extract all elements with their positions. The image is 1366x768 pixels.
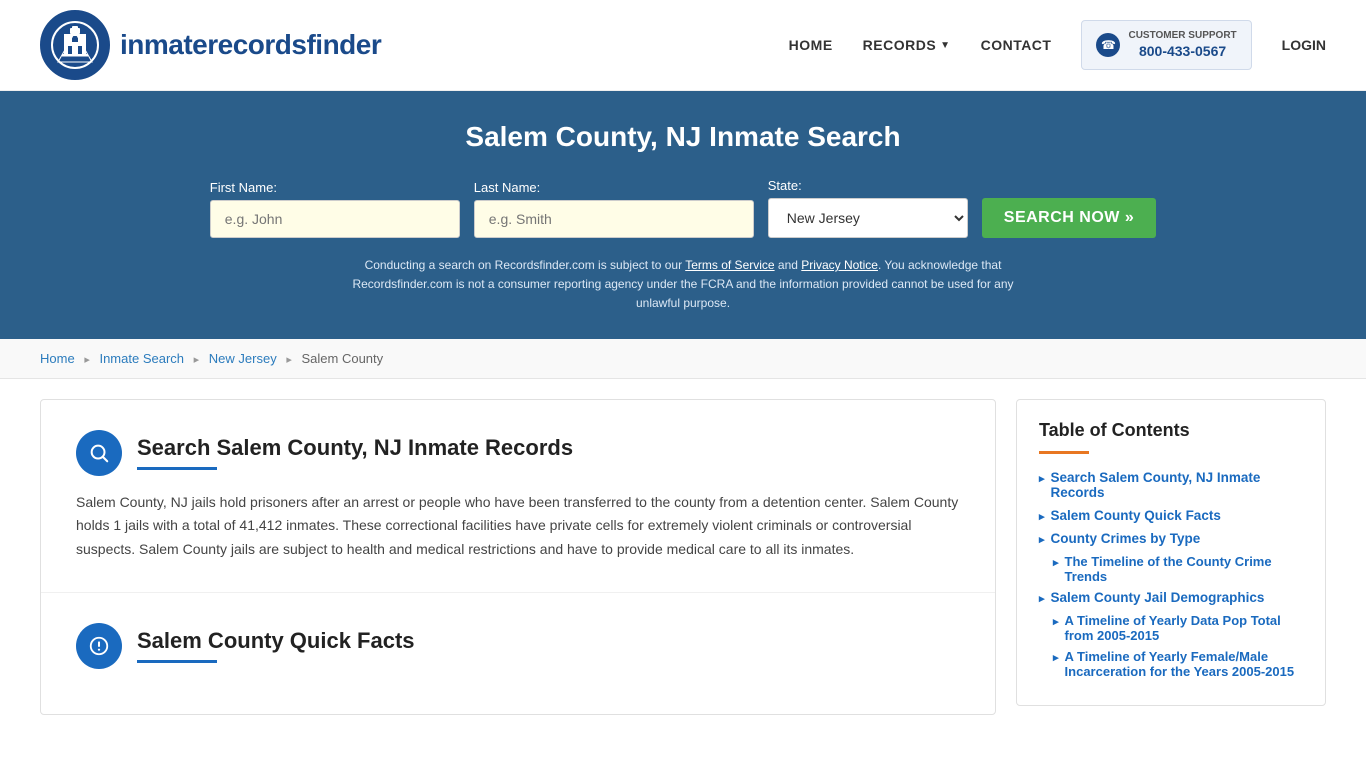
quick-facts-underline: [137, 660, 217, 663]
chevron-right-icon: ▸: [1039, 472, 1045, 485]
toc-item: ▸Salem County Quick Facts: [1039, 508, 1303, 523]
hero-section: Salem County, NJ Inmate Search First Nam…: [0, 91, 1366, 339]
breadcrumb-home[interactable]: Home: [40, 351, 75, 366]
quick-facts-section: Salem County Quick Facts: [41, 593, 995, 714]
last-name-group: Last Name:: [474, 180, 754, 238]
toc-link[interactable]: ▸Salem County Quick Facts: [1039, 508, 1303, 523]
toc-list: ▸Search Salem County, NJ Inmate Records▸…: [1039, 470, 1303, 679]
toc-item: ▸Salem County Jail Demographics: [1039, 590, 1303, 605]
login-button[interactable]: LOGIN: [1282, 37, 1326, 53]
chevron-down-icon: ▼: [940, 40, 950, 51]
site-logo-text: inmaterecordsfinder: [120, 29, 381, 61]
toc-link[interactable]: ▸Salem County Jail Demographics: [1039, 590, 1303, 605]
hero-title: Salem County, NJ Inmate Search: [40, 121, 1326, 153]
nav-home[interactable]: HOME: [789, 37, 833, 53]
toc-box: Table of Contents ▸Search Salem County, …: [1016, 399, 1326, 706]
nav-records[interactable]: RECORDS ▼: [863, 37, 951, 53]
search-section-icon: [76, 430, 122, 476]
quick-facts-title: Salem County Quick Facts: [137, 628, 415, 654]
chevron-right-icon: ▸: [1039, 533, 1045, 546]
chevron-right-icon: ▸: [1039, 592, 1045, 605]
nav-contact[interactable]: CONTACT: [981, 37, 1052, 53]
state-group: State: New JerseyAlabamaAlaskaArizonaArk…: [768, 178, 968, 238]
toc-item: ▸A Timeline of Yearly Female/Male Incarc…: [1039, 649, 1303, 679]
search-section: Search Salem County, NJ Inmate Records S…: [41, 400, 995, 593]
toc-link[interactable]: ▸County Crimes by Type: [1039, 531, 1303, 546]
chevron-right-icon: ▸: [1053, 615, 1059, 628]
search-section-body: Salem County, NJ jails hold prisoners af…: [76, 491, 960, 562]
left-column: Search Salem County, NJ Inmate Records S…: [40, 399, 996, 715]
state-label: State:: [768, 178, 802, 193]
toc-item: ▸A Timeline of Yearly Data Pop Total fro…: [1039, 613, 1303, 643]
right-column: Table of Contents ▸Search Salem County, …: [1016, 399, 1326, 715]
search-form: First Name: Last Name: State: New Jersey…: [40, 178, 1326, 238]
toc-item: ▸The Timeline of the County Crime Trends: [1039, 554, 1303, 584]
search-section-header: Search Salem County, NJ Inmate Records: [76, 430, 960, 476]
chevron-right-icon: ▸: [1053, 651, 1059, 664]
logo-area: inmaterecordsfinder: [40, 10, 381, 80]
toc-underline: [1039, 451, 1089, 454]
toc-link[interactable]: ▸Search Salem County, NJ Inmate Records: [1039, 470, 1303, 500]
main-content: Search Salem County, NJ Inmate Records S…: [0, 379, 1366, 735]
first-name-label: First Name:: [210, 180, 277, 195]
last-name-input[interactable]: [474, 200, 754, 238]
search-section-title: Search Salem County, NJ Inmate Records: [137, 435, 573, 461]
legal-text: Conducting a search on Recordsfinder.com…: [333, 256, 1033, 314]
breadcrumb-current: Salem County: [302, 351, 384, 366]
breadcrumb-inmate-search[interactable]: Inmate Search: [99, 351, 184, 366]
first-name-input[interactable]: [210, 200, 460, 238]
support-label: CUSTOMER SUPPORT: [1128, 29, 1236, 42]
headset-icon: ☎: [1096, 33, 1120, 57]
breadcrumb-new-jersey[interactable]: New Jersey: [209, 351, 277, 366]
toc-link[interactable]: ▸A Timeline of Yearly Data Pop Total fro…: [1053, 613, 1303, 643]
first-name-group: First Name:: [210, 180, 460, 238]
last-name-label: Last Name:: [474, 180, 540, 195]
support-box[interactable]: ☎ CUSTOMER SUPPORT 800-433-0567: [1081, 20, 1251, 69]
chevron-right-icon: ▸: [1039, 510, 1045, 523]
toc-item: ▸Search Salem County, NJ Inmate Records: [1039, 470, 1303, 500]
breadcrumb: Home ▸ Inmate Search ▸ New Jersey ▸ Sale…: [0, 339, 1366, 379]
support-phone: 800-433-0567: [1128, 42, 1236, 60]
toc-item: ▸County Crimes by Type: [1039, 531, 1303, 546]
toc-link[interactable]: ▸The Timeline of the County Crime Trends: [1053, 554, 1303, 584]
search-button[interactable]: SEARCH NOW »: [982, 198, 1156, 238]
toc-title: Table of Contents: [1039, 420, 1303, 441]
logo-icon: [40, 10, 110, 80]
site-header: inmaterecordsfinder HOME RECORDS ▼ CONTA…: [0, 0, 1366, 91]
main-nav: HOME RECORDS ▼ CONTACT ☎ CUSTOMER SUPPOR…: [789, 20, 1326, 69]
tos-link[interactable]: Terms of Service: [685, 258, 774, 272]
search-section-underline: [137, 467, 217, 470]
state-select[interactable]: New JerseyAlabamaAlaskaArizonaArkansasCa…: [768, 198, 968, 238]
quick-facts-icon: [76, 623, 122, 669]
chevron-right-icon: ▸: [1053, 556, 1059, 569]
privacy-link[interactable]: Privacy Notice: [801, 258, 878, 272]
toc-link[interactable]: ▸A Timeline of Yearly Female/Male Incarc…: [1053, 649, 1303, 679]
quick-facts-header: Salem County Quick Facts: [76, 623, 960, 669]
